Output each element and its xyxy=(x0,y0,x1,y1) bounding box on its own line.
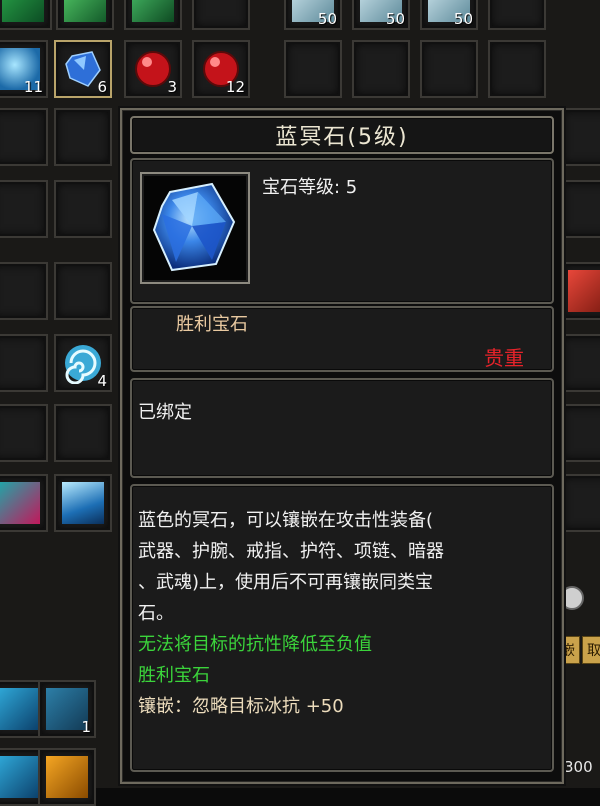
item-rarity: 贵重 xyxy=(484,346,524,370)
item-title: 蓝冥石(5级) xyxy=(275,125,409,150)
inventory-slot[interactable] xyxy=(192,0,250,30)
gem-level-label: 宝石等级: 5 xyxy=(262,177,358,198)
inventory-slot[interactable] xyxy=(420,40,478,98)
item-count: 50 xyxy=(385,10,405,28)
inventory-slot[interactable] xyxy=(0,180,48,238)
inventory-slot[interactable] xyxy=(560,474,600,532)
inventory-slot[interactable] xyxy=(560,404,600,462)
inventory-slot-selected[interactable]: 6 xyxy=(54,40,112,98)
item-icon xyxy=(0,688,40,730)
inventory-slot[interactable]: 12 xyxy=(192,40,250,98)
inventory-slot[interactable] xyxy=(284,40,342,98)
inventory-slot[interactable] xyxy=(560,262,600,320)
inventory-slot[interactable]: 1 xyxy=(38,680,96,738)
inventory-slot[interactable] xyxy=(560,108,600,166)
ice-shard-icon xyxy=(62,482,104,524)
inventory-slot[interactable] xyxy=(56,0,114,30)
description-line: 蓝色的冥石，可以镶嵌在攻击性装备( xyxy=(138,510,434,531)
inventory-slot[interactable] xyxy=(0,0,52,30)
item-count: 12 xyxy=(225,78,245,96)
inventory-slot[interactable] xyxy=(560,334,600,392)
effect-note: 无法将目标的抗性降低至负值 xyxy=(138,634,372,655)
inventory-slot[interactable] xyxy=(54,404,112,462)
red-item-icon xyxy=(568,270,600,312)
side-button-remove[interactable]: 取 xyxy=(582,636,600,664)
creature-icon xyxy=(0,482,40,524)
description-line: 、武魂)上，使用后不可再镶嵌同类宝 xyxy=(138,572,434,593)
item-count: 50 xyxy=(453,10,473,28)
inventory-slot[interactable]: 50 xyxy=(420,0,478,30)
inventory-slot[interactable] xyxy=(560,180,600,238)
item-icon xyxy=(0,756,40,798)
binding-status: 已绑定 xyxy=(138,402,192,423)
item-category: 胜利宝石 xyxy=(176,314,248,335)
item-count: 6 xyxy=(97,78,107,96)
inventory-slot[interactable] xyxy=(352,40,410,98)
gem-green-icon xyxy=(2,0,44,22)
inlay-stat: 镶嵌：忽略目标冰抗 +50 xyxy=(138,696,344,717)
item-count: 1 xyxy=(81,718,91,736)
side-button-label: 取 xyxy=(587,643,600,659)
inventory-slot[interactable]: 4 xyxy=(54,334,112,392)
inventory-slot[interactable] xyxy=(0,262,48,320)
inventory-slot[interactable] xyxy=(488,40,546,98)
item-count: 11 xyxy=(23,78,43,96)
inventory-slot[interactable] xyxy=(124,0,182,30)
inventory-slot[interactable]: 11 xyxy=(0,40,48,98)
effect-category: 胜利宝石 xyxy=(138,665,210,686)
inventory-slot[interactable] xyxy=(0,108,48,166)
description-line: 石。 xyxy=(138,603,174,624)
inventory-slot[interactable]: 3 xyxy=(124,40,182,98)
description-line: 武器、护腕、戒指、护符、项链、暗器 xyxy=(138,541,444,562)
gem-green-icon xyxy=(64,0,106,22)
inventory-slot[interactable] xyxy=(54,108,112,166)
inventory-slot[interactable] xyxy=(0,474,48,532)
inventory-slot[interactable] xyxy=(54,474,112,532)
scroll-icon xyxy=(46,756,88,798)
item-icon-frame xyxy=(140,172,250,284)
item-count: 4 xyxy=(97,372,107,390)
blue-gem-icon xyxy=(152,182,236,272)
gem-green-icon xyxy=(132,0,174,22)
inventory-slot[interactable]: 50 xyxy=(352,0,410,30)
inventory-slot[interactable] xyxy=(54,180,112,238)
inventory-slot[interactable]: 50 xyxy=(284,0,342,30)
item-count: 3 xyxy=(167,78,177,96)
inventory-slot[interactable] xyxy=(54,262,112,320)
inventory-slot[interactable] xyxy=(0,404,48,462)
inventory-slot[interactable] xyxy=(0,334,48,392)
item-count: 50 xyxy=(317,10,337,28)
inventory-slot[interactable] xyxy=(38,748,96,806)
inventory-slot[interactable] xyxy=(488,0,546,30)
money-readout: 300 xyxy=(564,758,593,776)
tooltip-title-bar: 蓝冥石(5级) xyxy=(130,116,554,154)
tooltip-binding-panel xyxy=(130,378,554,478)
